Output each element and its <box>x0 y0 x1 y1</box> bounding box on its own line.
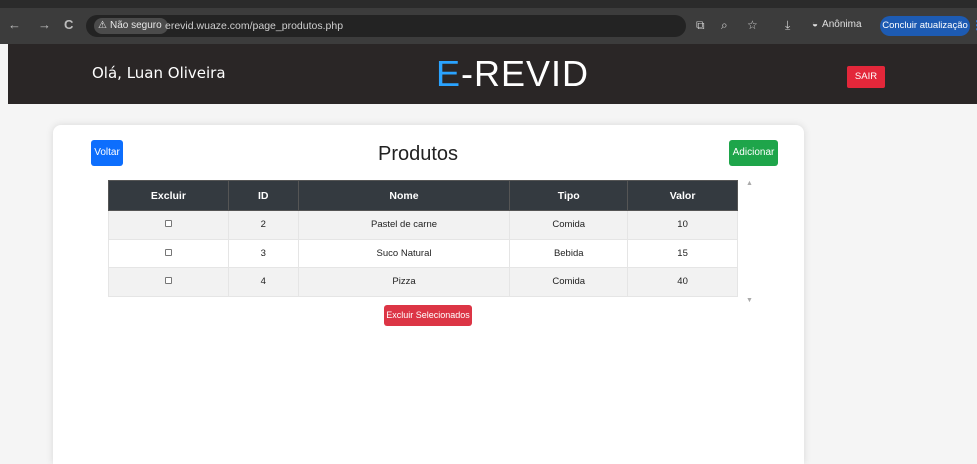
back-button[interactable]: Voltar <box>91 140 123 166</box>
forward-arrow-icon[interactable]: → <box>38 18 51 32</box>
value-cell: 15 <box>627 238 738 268</box>
scroll-up-icon[interactable]: ▲ <box>746 180 753 187</box>
row-checkbox[interactable] <box>164 220 172 228</box>
type-cell: Comida <box>509 267 629 297</box>
column-header-valor: Valor <box>627 180 738 211</box>
table-scrollbar[interactable]: ▲ ▼ <box>746 180 754 304</box>
reload-icon[interactable]: C <box>64 18 73 32</box>
menu-kebab-icon[interactable]: ⋮ <box>971 18 977 32</box>
security-chip[interactable]: ⚠ Não seguro <box>94 18 168 34</box>
column-header-nome: Nome <box>297 180 511 211</box>
incognito-indicator[interactable]: ◒ Anônima <box>812 18 862 32</box>
name-cell: Suco Natural <box>297 238 511 268</box>
user-greeting: Olá, Luan Oliveira <box>92 64 226 82</box>
update-button[interactable]: Concluir atualização <box>880 16 970 36</box>
select-cell <box>108 238 229 268</box>
select-cell <box>108 210 229 240</box>
id-cell: 2 <box>227 210 299 240</box>
column-header-excluir: Excluir <box>108 180 229 211</box>
table-row: 4 Pizza Comida 40 <box>108 267 738 297</box>
url-text[interactable]: erevid.wuaze.com/page_produtos.php <box>165 19 343 33</box>
delete-selected-button[interactable]: Excluir Selecionados <box>384 305 472 326</box>
name-cell: Pizza <box>297 267 511 297</box>
scroll-down-icon[interactable]: ▼ <box>746 297 753 304</box>
incognito-icon: ◒ <box>812 19 819 30</box>
column-header-tipo: Tipo <box>509 180 629 211</box>
value-cell: 40 <box>627 267 738 297</box>
table-row: 3 Suco Natural Bebida 15 <box>108 238 738 268</box>
bookmark-star-icon[interactable]: ☆ <box>747 18 758 32</box>
download-icon[interactable]: ⤓ <box>785 18 790 32</box>
security-label: Não seguro <box>109 20 162 31</box>
incognito-label: Anônima <box>822 19 862 30</box>
table-header-row: Excluir ID Nome Tipo Valor <box>108 180 738 211</box>
products-table: Excluir ID Nome Tipo Valor 2 Pastel de c… <box>108 180 738 297</box>
id-cell: 3 <box>227 238 299 268</box>
row-checkbox[interactable] <box>164 248 172 256</box>
value-cell: 10 <box>627 210 738 240</box>
table-row: 2 Pastel de carne Comida 10 <box>108 210 738 240</box>
type-cell: Comida <box>509 210 629 240</box>
id-cell: 4 <box>227 267 299 297</box>
warning-icon: ⚠ <box>98 20 107 31</box>
select-cell <box>108 267 229 297</box>
zoom-icon[interactable]: ⌕ <box>721 18 728 32</box>
logo-text: -REVID <box>461 53 590 94</box>
site-logo: E-REVID <box>436 54 589 94</box>
logo-letter: E <box>436 53 462 94</box>
back-arrow-icon[interactable]: ← <box>8 18 21 32</box>
page-title: Produtos <box>378 143 459 165</box>
add-product-button[interactable]: Adicionar <box>729 140 778 166</box>
column-header-id: ID <box>227 180 299 211</box>
type-cell: Bebida <box>509 238 629 268</box>
translate-icon[interactable]: ⧉ <box>696 18 705 32</box>
logout-button[interactable]: SAIR <box>847 66 885 88</box>
tab-strip <box>0 0 977 8</box>
row-checkbox[interactable] <box>164 277 172 285</box>
name-cell: Pastel de carne <box>297 210 511 240</box>
